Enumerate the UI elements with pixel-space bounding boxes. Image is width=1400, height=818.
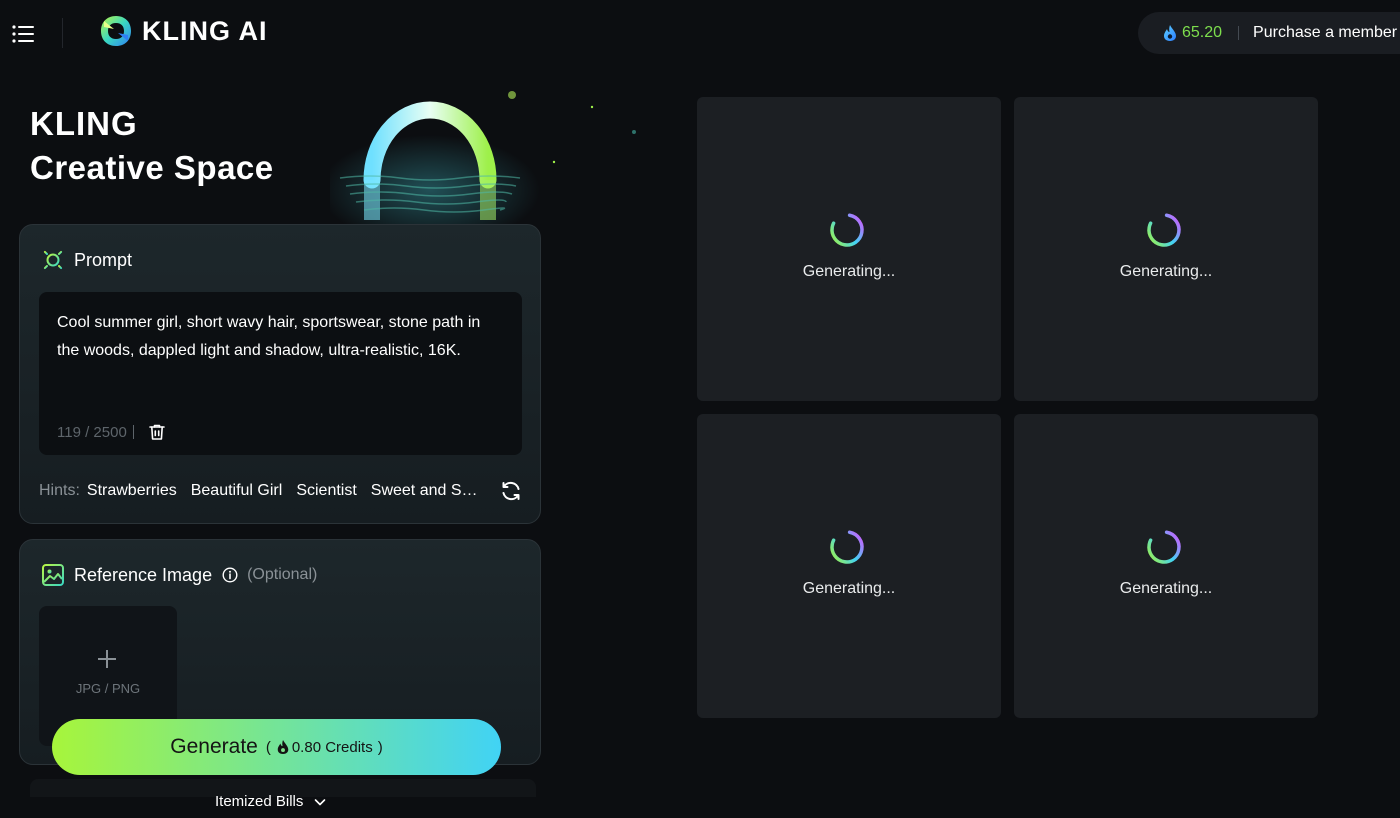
generate-cost: ( 0.80 Credits ) (266, 739, 383, 756)
trash-icon[interactable] (148, 423, 166, 441)
hints-label: Hints: (39, 482, 80, 499)
spinner-icon (1146, 212, 1182, 248)
hero-title-line2: Creative Space (30, 149, 274, 186)
reference-header: Reference Image (Optional) (40, 562, 317, 588)
drop-icon (277, 740, 289, 754)
generate-label: Generate (170, 735, 258, 758)
prompt-panel: Prompt Cool summer girl, short wavy hair… (19, 224, 541, 524)
itemized-bills-label: Itemized Bills (215, 793, 304, 810)
result-card[interactable]: Generating... (1014, 97, 1318, 401)
generation-status: Generating... (1119, 263, 1213, 280)
refresh-icon (502, 481, 520, 501)
brand-logo[interactable]: KLING AI (98, 13, 268, 49)
drop-icon (1164, 25, 1176, 41)
spinner-icon (829, 529, 865, 565)
prompt-title: Prompt (74, 249, 133, 270)
char-count: 119 / 2500 (57, 423, 127, 441)
brand-name: KLING AI (142, 15, 268, 46)
hint-beautiful-girl[interactable]: Beautiful Girl (191, 482, 283, 500)
generation-status: Generating... (802, 263, 896, 280)
spinner-icon (1146, 529, 1182, 565)
menu-icon (12, 25, 34, 43)
spinner-icon (829, 212, 865, 248)
upload-format-label: JPG / PNG (75, 681, 141, 696)
plus-icon (96, 648, 118, 670)
generation-status: Generating... (802, 580, 896, 597)
hint-strawberries[interactable]: Strawberries (87, 482, 177, 500)
cost-close-paren: ) (377, 738, 383, 756)
pill-divider (1238, 26, 1240, 40)
refresh-hints-button[interactable] (500, 480, 522, 502)
header-divider (62, 18, 63, 48)
menu-button[interactable] (12, 24, 34, 44)
result-card[interactable]: Generating... (697, 414, 1001, 718)
optional-label: (Optional) (247, 566, 318, 583)
chevron-down-icon (315, 798, 326, 805)
kling-logo-icon (101, 16, 131, 46)
purchase-membership-link[interactable]: Purchase a member (1253, 24, 1397, 42)
itemized-bills-toggle[interactable]: Itemized Bills (215, 793, 327, 810)
result-card[interactable]: Generating... (697, 97, 1001, 401)
image-icon (42, 564, 64, 586)
generate-button[interactable]: Generate ( 0.80 Credits ) (52, 719, 501, 775)
credit-value: 65.20 (1182, 24, 1223, 41)
generation-status: Generating... (1119, 580, 1213, 597)
credit-balance[interactable]: 65.20 Purchase a member (1138, 12, 1400, 54)
result-card[interactable]: Generating... (1014, 414, 1318, 718)
generate-cost-value: 0.80 Credits (291, 738, 373, 756)
sun-icon (40, 247, 66, 273)
hero-title: KLING Creative Space (30, 104, 274, 192)
reference-title: Reference Image (74, 564, 213, 585)
hints-row: Hints: Strawberries Beautiful Girl Scien… (39, 480, 522, 502)
hint-scientist[interactable]: Scientist (296, 482, 356, 500)
prompt-text: Cool summer girl, short wavy hair, sport… (57, 314, 481, 359)
hint-sweet-and-sour[interactable]: Sweet and Sour (371, 482, 481, 500)
cost-open-paren: ( (265, 738, 271, 756)
hero-title-line1: KLING (30, 105, 138, 142)
prompt-input[interactable]: Cool summer girl, short wavy hair, sport… (39, 292, 522, 455)
prompt-header: Prompt (40, 247, 132, 273)
char-count-divider (132, 425, 134, 439)
info-icon[interactable] (222, 567, 238, 583)
prompt-footer: 119 / 2500 (57, 423, 166, 441)
